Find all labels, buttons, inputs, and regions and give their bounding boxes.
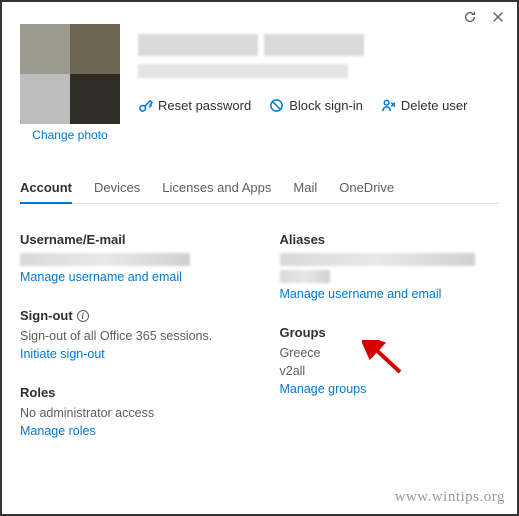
manage-roles-link[interactable]: Manage roles [20, 424, 240, 438]
username-value [20, 253, 190, 266]
username-heading: Username/E-mail [20, 232, 240, 247]
tab-mail[interactable]: Mail [293, 172, 317, 203]
aliases-heading: Aliases [280, 232, 500, 247]
delete-user-icon [381, 98, 396, 113]
avatar [20, 24, 120, 124]
tab-devices[interactable]: Devices [94, 172, 140, 203]
roles-heading: Roles [20, 385, 240, 400]
signout-description: Sign-out of all Office 365 sessions. [20, 329, 240, 343]
groups-heading: Groups [280, 325, 500, 340]
tab-licenses[interactable]: Licenses and Apps [162, 172, 271, 203]
user-display-name [138, 34, 499, 56]
initiate-signout-link[interactable]: Initiate sign-out [20, 347, 240, 361]
group-item-1: Greece [280, 346, 500, 360]
block-signin-button[interactable]: Block sign-in [269, 98, 363, 113]
watermark: www.wintips.org [395, 489, 505, 506]
delete-user-button[interactable]: Delete user [381, 98, 467, 113]
group-item-2: v2all [280, 364, 500, 378]
key-icon [138, 98, 153, 113]
close-icon[interactable] [491, 10, 505, 27]
signout-heading: Sign-out i [20, 308, 240, 323]
tab-account[interactable]: Account [20, 172, 72, 203]
block-icon [269, 98, 284, 113]
change-photo-link[interactable]: Change photo [20, 128, 120, 142]
alias-value-2 [280, 270, 330, 283]
info-icon[interactable]: i [77, 310, 89, 322]
alias-value-1 [280, 253, 475, 266]
reset-password-button[interactable]: Reset password [138, 98, 251, 113]
refresh-icon[interactable] [463, 10, 477, 27]
user-email-sub [138, 64, 348, 78]
tabs: Account Devices Licenses and Apps Mail O… [20, 172, 499, 204]
manage-aliases-link[interactable]: Manage username and email [280, 287, 500, 301]
roles-value: No administrator access [20, 406, 240, 420]
manage-groups-link[interactable]: Manage groups [280, 382, 500, 396]
tab-onedrive[interactable]: OneDrive [339, 172, 394, 203]
manage-username-link[interactable]: Manage username and email [20, 270, 240, 284]
